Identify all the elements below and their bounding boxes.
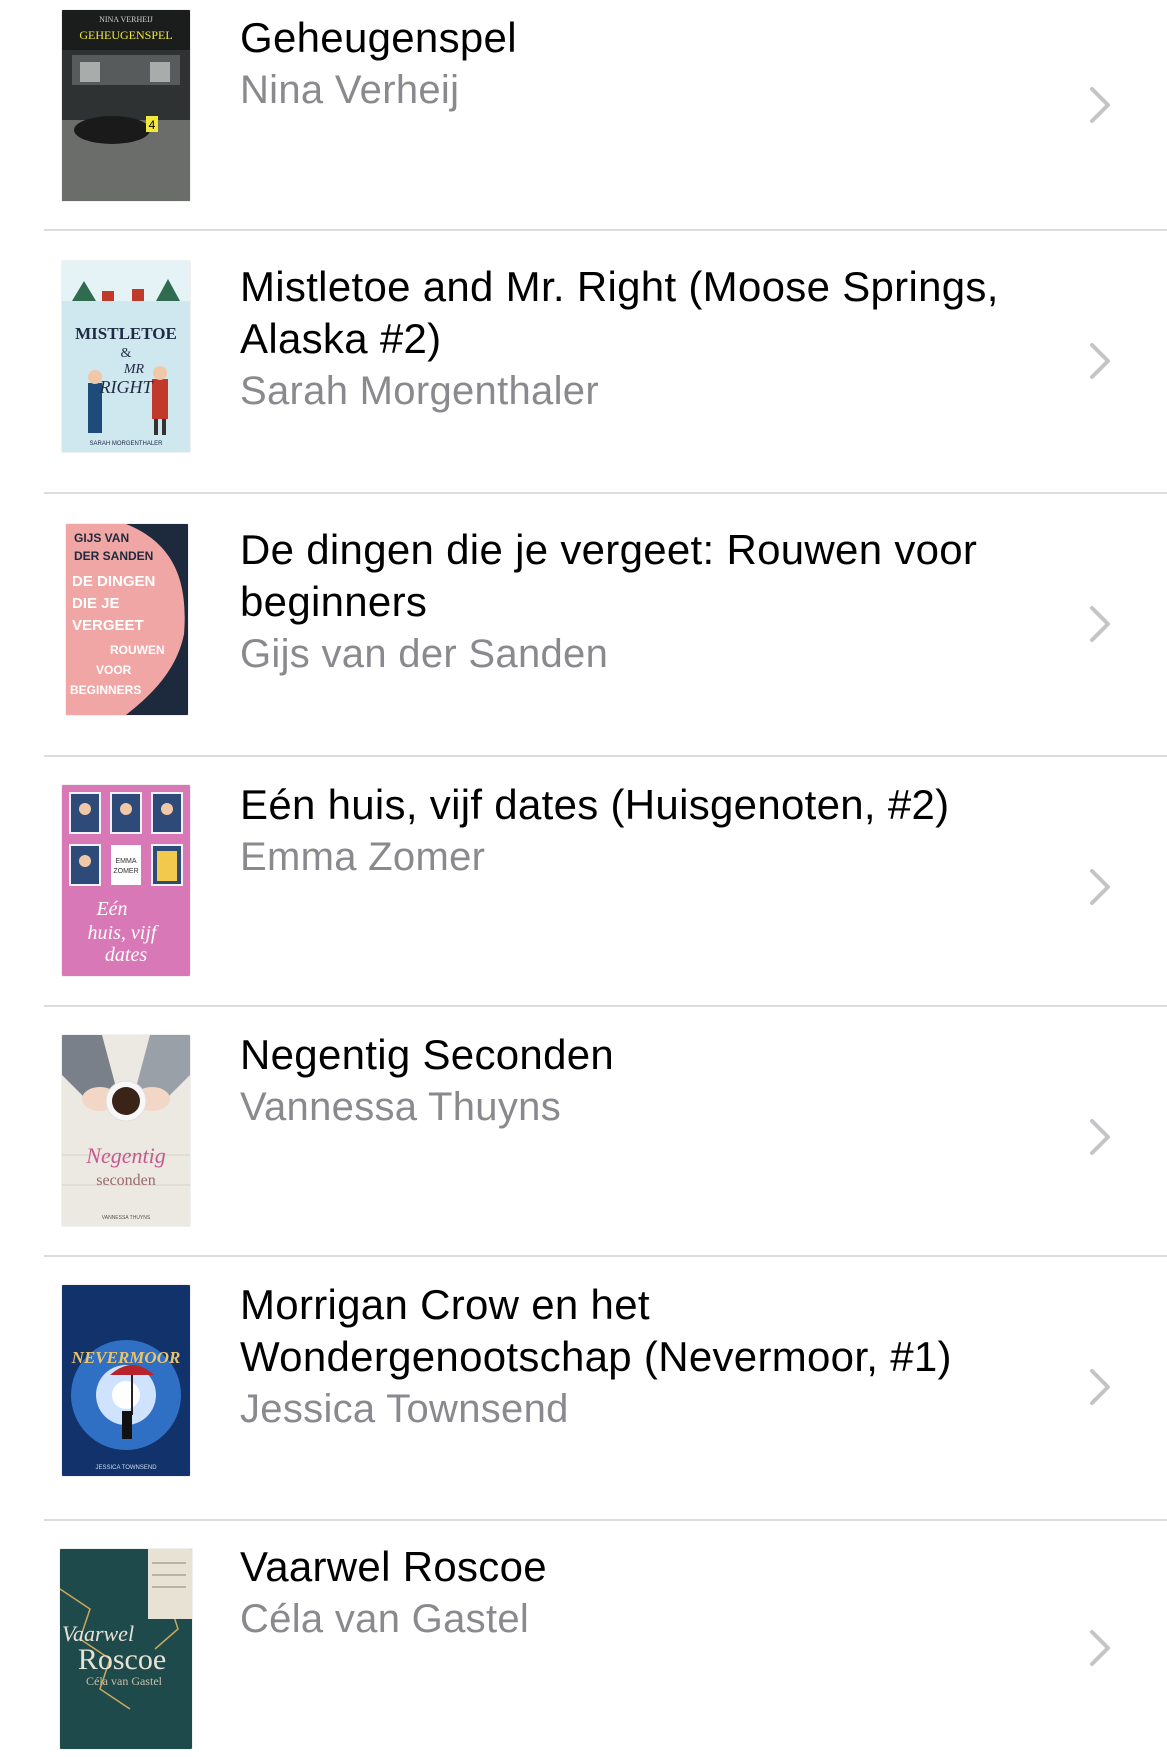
cover-text: dates — [105, 944, 147, 966]
cover-text: EMMA — [116, 858, 137, 865]
cover-text: ROUWEN — [110, 643, 165, 657]
book-author: Vannessa Thuyns — [240, 1085, 562, 1129]
cover-text: Céla van Gastel — [86, 1674, 163, 1688]
book-title: Morrigan Crow en het Wondergenootschap (… — [240, 1281, 952, 1380]
cover-text: DE DINGEN — [72, 573, 155, 590]
cover-text: 4 — [149, 118, 156, 132]
book-row[interactable]: Negentig seconden VANNESSA THUYNS Negent… — [0, 1007, 1167, 1255]
cover-text: RIGHT — [99, 377, 155, 397]
chevron-right-icon — [1090, 1630, 1110, 1666]
chevron-right-icon — [1090, 606, 1110, 642]
cover-text: BEGINNERS — [70, 683, 141, 697]
cover-text: DIE JE — [72, 595, 120, 612]
book-text: Morrigan Crow en het Wondergenootschap (… — [240, 1279, 1040, 1435]
cover-text: DER SANDEN — [74, 549, 153, 563]
book-title: Mistletoe and Mr. Right (Moose Springs, … — [240, 263, 999, 362]
book-author: Emma Zomer — [240, 835, 486, 879]
book-row[interactable]: NEVERMOOR JESSICA TOWNSEND Morrigan Crow… — [0, 1257, 1167, 1519]
book-text: Eén huis, vijf dates (Huisgenoten, #2) E… — [240, 779, 1040, 883]
book-cover-image: NEVERMOOR JESSICA TOWNSEND — [62, 1285, 190, 1476]
chevron-right-icon — [1090, 87, 1110, 123]
cover-text: NINA VERHEIJ — [99, 15, 153, 24]
book-text: Mistletoe and Mr. Right (Moose Springs, … — [240, 261, 1040, 417]
book-cover-image: MISTLETOE & MR RIGHT SARAH MORGENTHALER — [62, 261, 190, 452]
book-title: Eén huis, vijf dates (Huisgenoten, #2) — [240, 781, 950, 828]
book-author: Nina Verheij — [240, 68, 460, 112]
book-title: Geheugenspel — [240, 14, 517, 61]
cover-text: Roscoe — [78, 1643, 166, 1676]
book-title: De dingen die je vergeet: Rouwen voor be… — [240, 526, 978, 625]
book-text: De dingen die je vergeet: Rouwen voor be… — [240, 524, 1040, 680]
book-cover-image: 4 NINA VERHEIJ GEHEUGENSPEL — [62, 10, 190, 201]
cover-text: & — [121, 346, 132, 361]
book-row[interactable]: GIJS VAN DER SANDEN DE DINGEN DIE JE VER… — [0, 494, 1167, 755]
book-text: Geheugenspel Nina Verheij — [240, 12, 1040, 116]
book-title: Vaarwel Roscoe — [240, 1543, 547, 1590]
book-row[interactable]: 4 NINA VERHEIJ GEHEUGENSPEL Geheugenspel… — [0, 0, 1167, 230]
cover-text: GIJS VAN — [74, 531, 129, 545]
book-row[interactable]: Vaarwel Roscoe Céla van Gastel Vaarwel R… — [0, 1521, 1167, 1757]
chevron-right-icon — [1090, 343, 1110, 379]
book-cover-image: GIJS VAN DER SANDEN DE DINGEN DIE JE VER… — [66, 524, 188, 715]
cover-text: VERGEET — [72, 617, 144, 634]
book-author: Sarah Morgenthaler — [240, 369, 599, 413]
book-text: Negentig Seconden Vannessa Thuyns — [240, 1029, 1040, 1133]
cover-text: VOOR — [96, 663, 132, 677]
cover-text: ZOMER — [113, 868, 138, 875]
book-list: 4 NINA VERHEIJ GEHEUGENSPEL Geheugenspel… — [0, 0, 1167, 1757]
cover-text: MR — [123, 362, 145, 377]
cover-text: huis, vijf — [88, 922, 159, 944]
cover-text: NEVERMOOR — [71, 1348, 181, 1367]
chevron-right-icon — [1090, 869, 1110, 905]
cover-text: Negentig — [85, 1143, 165, 1168]
cover-text: seconden — [96, 1172, 156, 1189]
chevron-right-icon — [1090, 1369, 1110, 1405]
book-author: Gijs van der Sanden — [240, 632, 609, 676]
book-title: Negentig Seconden — [240, 1031, 615, 1078]
book-cover-image: Negentig seconden VANNESSA THUYNS — [62, 1035, 190, 1226]
book-author: Jessica Townsend — [240, 1387, 569, 1431]
cover-text: VANNESSA THUYNS — [102, 1215, 151, 1221]
book-row[interactable]: MISTLETOE & MR RIGHT SARAH MORGENTHALER … — [0, 231, 1167, 492]
book-row[interactable]: EMMA ZOMER Eén huis, vijf dates Eén huis… — [0, 757, 1167, 1005]
book-cover-image: EMMA ZOMER Eén huis, vijf dates — [62, 785, 190, 976]
book-cover-image: Vaarwel Roscoe Céla van Gastel — [60, 1549, 192, 1749]
cover-text: MISTLETOE — [75, 324, 177, 343]
book-author: Céla van Gastel — [240, 1597, 530, 1641]
cover-text: SARAH MORGENTHALER — [89, 441, 163, 447]
book-text: Vaarwel Roscoe Céla van Gastel — [240, 1541, 1040, 1645]
cover-text: Eén — [95, 898, 127, 920]
cover-text: GEHEUGENSPEL — [79, 28, 172, 42]
cover-text: JESSICA TOWNSEND — [95, 1465, 157, 1471]
chevron-right-icon — [1090, 1119, 1110, 1155]
